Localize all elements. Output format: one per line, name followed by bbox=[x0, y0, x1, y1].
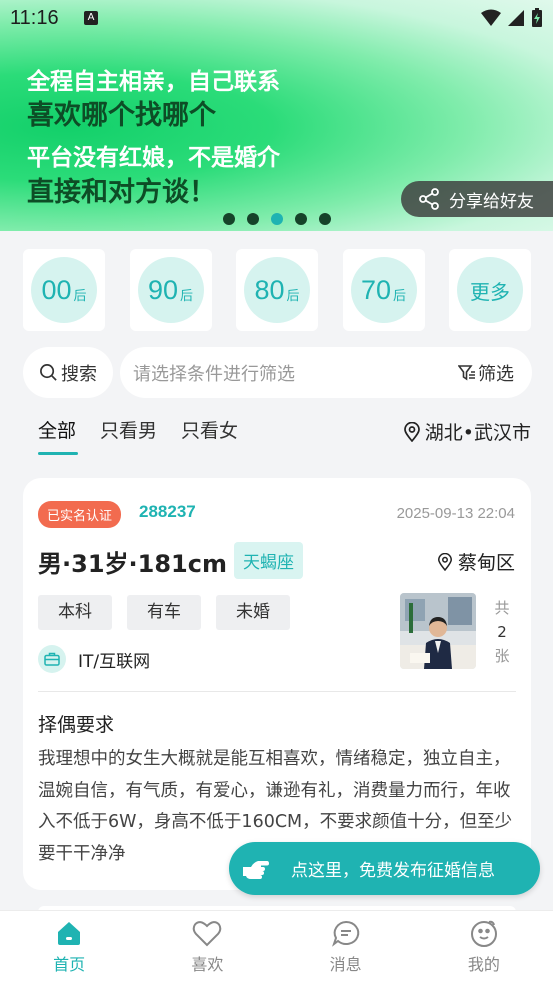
age-filter-80[interactable]: 80 后 bbox=[236, 249, 318, 331]
verified-badge: 已实名认证 bbox=[38, 501, 122, 528]
photo-count-number: 2 bbox=[497, 623, 507, 641]
search-button[interactable]: 搜索 bbox=[23, 347, 113, 398]
age-suffix: 后 bbox=[73, 288, 87, 304]
industry-label: IT/互联网 bbox=[78, 651, 151, 672]
filter-label: 筛选 bbox=[478, 363, 514, 385]
status-icons bbox=[481, 8, 543, 28]
age-circle: 90 后 bbox=[137, 257, 204, 323]
nav-profile-label: 我的 bbox=[467, 955, 500, 974]
district-label: 蔡甸区 bbox=[457, 552, 515, 574]
requirement-title: 择偶要求 bbox=[38, 714, 115, 736]
age-num: 00 bbox=[41, 274, 72, 305]
photo-count: 共 2 张 bbox=[494, 596, 510, 668]
wifi-icon bbox=[481, 9, 501, 26]
carousel-dot[interactable] bbox=[319, 213, 331, 225]
age-circle: 更多 bbox=[457, 257, 523, 323]
tab-male[interactable]: 只看男 bbox=[100, 416, 157, 455]
home-icon bbox=[58, 922, 81, 945]
banner-line-2: 喜欢哪个找哪个 bbox=[27, 100, 216, 131]
profile-title: 男·31岁·181cm bbox=[38, 550, 227, 578]
location-pin-icon bbox=[403, 421, 420, 442]
location-pin-icon bbox=[438, 552, 452, 571]
message-icon bbox=[331, 920, 359, 947]
nav-messages-label: 消息 bbox=[329, 955, 362, 974]
profile-card[interactable]: 已实名认证 288237 2025-09-13 22:04 男·31岁·181c… bbox=[23, 478, 531, 890]
age-suffix: 后 bbox=[393, 288, 407, 304]
age-more-label: 更多 bbox=[470, 279, 510, 304]
nav-home-label: 首页 bbox=[53, 955, 86, 974]
age-num: 70 bbox=[360, 274, 392, 305]
filter-placeholder[interactable]: 请选择条件进行筛选 bbox=[133, 360, 295, 386]
notification-icon: A bbox=[84, 11, 98, 25]
banner-line-3: 平台没有红娘，不是婚介 bbox=[27, 144, 280, 171]
status-time: 11:16 bbox=[10, 7, 59, 29]
age-circle: 70 后 bbox=[350, 257, 417, 323]
location-label: 湖北•武汉市 bbox=[424, 422, 531, 444]
photo-count-prefix: 共 bbox=[494, 599, 510, 617]
carousel-dot-active[interactable] bbox=[271, 213, 283, 225]
tag-education: 本科 bbox=[38, 595, 112, 630]
district: 蔡甸区 bbox=[437, 548, 515, 575]
nav-like-label: 喜欢 bbox=[191, 955, 224, 974]
nav-messages[interactable]: 消息 bbox=[277, 911, 415, 984]
profile-tags: 本科 有车 未婚 bbox=[38, 595, 290, 630]
filter-button[interactable]: 筛选 bbox=[458, 360, 514, 386]
age-filter-more[interactable]: 更多 bbox=[449, 249, 531, 331]
tag-marital: 未婚 bbox=[216, 595, 290, 630]
search-label: 搜索 bbox=[61, 363, 97, 385]
briefcase-icon bbox=[38, 645, 66, 673]
card-divider bbox=[38, 691, 516, 692]
profile-icon bbox=[470, 920, 497, 947]
age-filter-70[interactable]: 70 后 bbox=[342, 249, 425, 331]
carousel-dot[interactable] bbox=[295, 213, 307, 225]
profile-photo[interactable] bbox=[400, 593, 476, 669]
location-selector[interactable]: 湖北•武汉市 bbox=[403, 418, 531, 445]
carousel-dot[interactable] bbox=[247, 213, 259, 225]
search-icon bbox=[40, 364, 57, 381]
industry-row: IT/互联网 bbox=[38, 645, 150, 673]
banner-line-4: 直接和对方谈！ bbox=[27, 177, 216, 208]
battery-icon bbox=[532, 8, 542, 27]
carousel-dot[interactable] bbox=[223, 213, 235, 225]
age-circle: 00 后 bbox=[31, 257, 97, 323]
nav-profile[interactable]: 我的 bbox=[415, 911, 553, 984]
status-bar: 11:16 A bbox=[0, 0, 553, 38]
tab-all[interactable]: 全部 bbox=[38, 416, 79, 455]
publish-cta-button[interactable]: 点这里，免费发布征婚信息 bbox=[229, 842, 540, 895]
age-filter-row: 00 后 90 后 80 后 70 后 更多 bbox=[23, 249, 531, 331]
photo-count-suffix: 张 bbox=[494, 647, 510, 665]
cta-label: 点这里，免费发布征婚信息 bbox=[291, 861, 495, 881]
age-num: 90 bbox=[147, 274, 179, 305]
filter-icon bbox=[458, 364, 475, 380]
carousel-dots bbox=[223, 213, 331, 225]
tag-car: 有车 bbox=[127, 595, 201, 630]
gender-tabs: 全部 只看男 只看女 bbox=[38, 416, 238, 455]
share-icon bbox=[419, 188, 439, 210]
promo-banner[interactable]: 11:16 A 全程自主相亲，自己联系 喜欢哪个找哪个 平台没有红娘，不是婚介 … bbox=[0, 0, 553, 231]
pointing-hand-icon bbox=[243, 860, 269, 879]
age-num: 80 bbox=[254, 274, 285, 305]
age-circle: 80 后 bbox=[244, 257, 310, 323]
nav-home[interactable]: 首页 bbox=[0, 911, 138, 984]
bottom-nav: 首页 喜欢 消息 我的 bbox=[0, 910, 553, 984]
age-filter-00[interactable]: 00 后 bbox=[23, 249, 105, 331]
age-suffix: 后 bbox=[180, 288, 194, 304]
filter-bar[interactable]: 请选择条件进行筛选 筛选 bbox=[120, 347, 532, 398]
share-label: 分享给好友 bbox=[449, 191, 534, 212]
age-suffix: 后 bbox=[286, 288, 300, 304]
profile-id: 288237 bbox=[139, 502, 196, 521]
share-button[interactable]: 分享给好友 bbox=[401, 181, 553, 217]
nav-like[interactable]: 喜欢 bbox=[138, 911, 276, 984]
post-time: 2025-09-13 22:04 bbox=[396, 505, 515, 522]
heart-icon bbox=[193, 921, 222, 947]
age-filter-90[interactable]: 90 后 bbox=[129, 249, 212, 331]
signal-icon bbox=[508, 10, 524, 26]
banner-line-1: 全程自主相亲，自己联系 bbox=[27, 68, 280, 95]
zodiac-badge: 天蝎座 bbox=[234, 542, 303, 579]
tab-female[interactable]: 只看女 bbox=[181, 416, 238, 455]
